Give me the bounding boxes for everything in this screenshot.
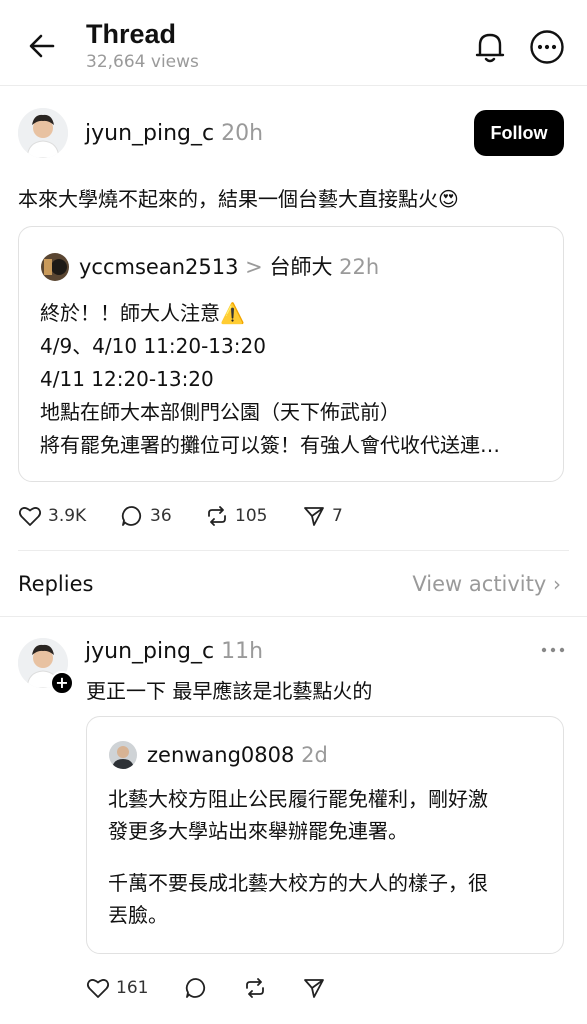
section-divider [0,616,587,617]
reply-author-line: jyun_ping_c 11h [85,638,263,666]
share-button[interactable]: 7 [302,504,343,528]
view-count: 32,664 views [86,52,199,72]
comment-bubble-icon [121,506,142,526]
post-author-name[interactable]: jyun_ping_c [85,121,214,146]
reply-quoted-line: 丟臉。 [108,903,168,927]
reply-quoted-avatar [109,741,137,769]
reply-quoted-time: 2d [301,743,328,767]
reply-comment-button[interactable] [184,976,208,1000]
reply-repost-button[interactable] [243,976,267,1000]
quoted-time: 22h [339,255,380,279]
reply-quoted-line: 千萬不要長成北藝大校方的大人的樣子，很 [108,871,488,895]
quoted-author-avatar [41,253,69,281]
post-author-line: jyun_ping_c 20h [85,120,263,148]
follow-plus-icon[interactable]: + [50,671,74,695]
comment-bubble-icon [185,978,206,998]
reply-time: 11h [221,639,264,664]
reply-more-icon[interactable] [538,640,568,660]
reply-quoted-card[interactable]: zenwang0808 2d 北藝大校方阻止公民履行罷免權利，剛好激 發更多大學… [86,716,564,954]
quoted-line: 終於！！師大人注意⚠️ [40,301,245,325]
replies-heading: Replies [18,572,94,596]
section-divider [18,550,569,551]
quoted-author-name[interactable]: yccmsean2513 [79,255,238,279]
quoted-line: 4/11 12:20-13:20 [40,367,214,391]
reply-quoted-line: 北藝大校方阻止公民履行罷免權利，剛好激 [108,787,488,811]
author-avatar[interactable] [18,108,68,158]
reply-like-count: 161 [116,978,149,998]
send-icon [304,979,324,998]
reply-quoted-author[interactable]: zenwang0808 [147,743,294,767]
reply-share-button[interactable] [302,976,326,1000]
like-button[interactable]: 3.9K [18,504,86,528]
back-arrow-icon[interactable] [26,30,58,62]
reply-like-button[interactable]: 161 [86,976,148,1000]
top-bar: Thread 32,664 views [0,0,587,86]
repost-count: 105 [235,506,268,526]
heart-icon [86,979,110,998]
quoted-post-card[interactable]: yccmsean2513 > 台師大 22h 終於！！師大人注意⚠️ 4/9、4… [18,226,564,482]
quoted-author-line: yccmsean2513 > 台師大 22h [79,253,379,281]
chevron-right-icon: › [553,572,561,596]
heart-icon [18,507,42,526]
notification-bell-icon[interactable] [470,27,510,67]
page-title: Thread [86,19,177,49]
more-options-icon[interactable] [527,27,567,67]
comment-count: 36 [150,506,172,526]
view-activity-link[interactable]: View activity › [412,570,561,598]
follow-button[interactable]: Follow [474,110,564,156]
quoted-line: 將有罷免連署的攤位可以簽！有強人會代收代送連… [40,433,500,457]
quoted-line: 4/9、4/10 11:20-13:20 [40,334,266,358]
topic-chevron: > [245,255,263,279]
title-block: Thread 32,664 views [86,18,199,73]
repost-icon [246,978,264,998]
comment-button[interactable]: 36 [120,504,172,528]
reply-quoted-line: 發更多大學站出來舉辦罷免連署。 [108,819,408,843]
reply-author-name[interactable]: jyun_ping_c [85,639,214,664]
reply-quoted-author-line: zenwang0808 2d [147,741,328,769]
send-icon [304,507,324,526]
repost-icon [208,506,226,526]
view-activity-label: View activity [412,572,547,596]
post-text: 本來大學燒不起來的，結果一個台藝大直接點火😍 [18,187,459,211]
post-time: 20h [221,121,264,146]
share-count: 7 [332,506,343,526]
reply-text: 更正一下 最早應該是北藝點火的 [86,679,373,703]
like-count: 3.9K [48,506,87,526]
quoted-line: 地點在師大本部側門公園（天下佈武前） [40,400,400,424]
quoted-topic[interactable]: 台師大 [269,255,332,279]
repost-button[interactable]: 105 [205,504,267,528]
